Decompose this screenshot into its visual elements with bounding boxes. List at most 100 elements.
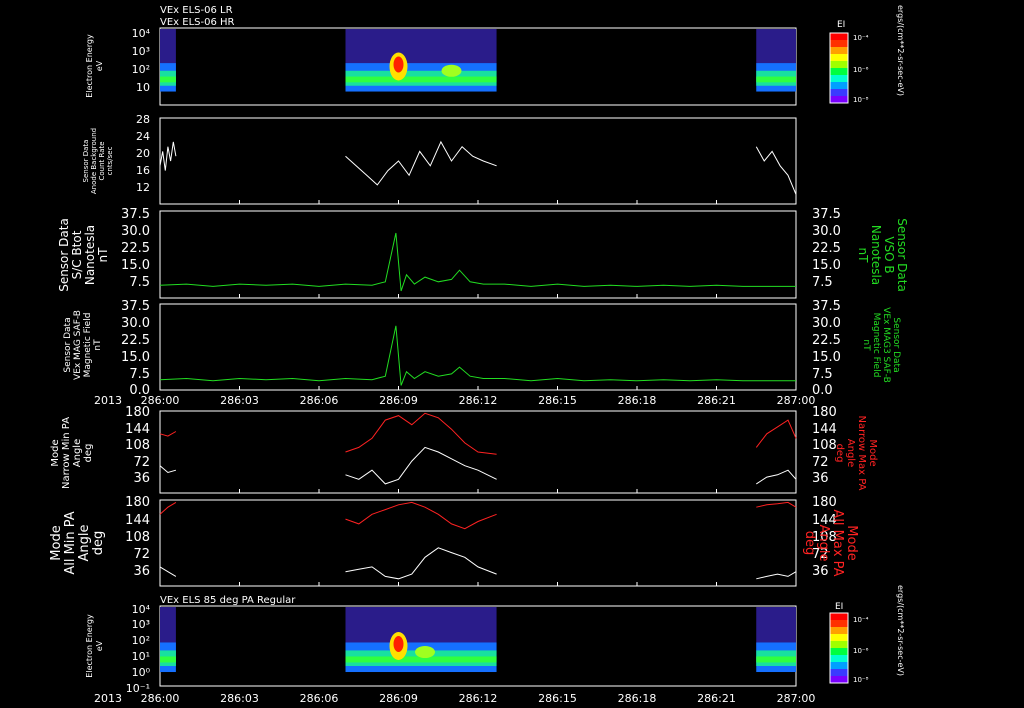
colorbar-swatch [830, 54, 848, 62]
panel3-ytick-right: 30.0 [812, 224, 841, 239]
panel3-ytick-right: 15.0 [812, 258, 841, 273]
panel7-ylabel: Electron EnergyeV [85, 614, 104, 678]
panel5-ytick: 36 [133, 471, 150, 486]
colorbar-swatch [830, 613, 848, 621]
panel3-ytick: 37.5 [121, 207, 150, 222]
year-label: 2013 [94, 394, 122, 407]
time-tick-label: 286:06 [300, 394, 339, 407]
panel3-yticks-left: 37.5 30.0 22.5 15.0 7.5 [121, 207, 150, 290]
panel1-ytick: 10² [132, 63, 150, 76]
time-tick-label: 287:00 [777, 692, 816, 705]
panel4-yticks-left: 37.5 30.0 22.5 15.0 7.5 0.0 [121, 299, 150, 398]
time-tick-label: 286:06 [300, 692, 339, 705]
panel5-yticks-left: 180 144 108 72 36 [125, 405, 150, 486]
time-tick-label: 286:12 [459, 692, 498, 705]
panel1-ytick: 10 [136, 81, 150, 94]
colorbar-swatch [830, 655, 848, 663]
time-tick-label: 286:21 [697, 692, 736, 705]
panel2-ytick: 24 [136, 130, 150, 143]
time-tick-label: 286:15 [538, 692, 577, 705]
panel4-ytick: 37.5 [121, 299, 150, 314]
p1-heat-band [160, 76, 176, 83]
panel6-ylabel: ModeAll Min PAAngledeg [49, 511, 106, 574]
p7-heat-feature [415, 646, 435, 659]
chart-canvas: VEx ELS-06 LR VEx ELS-06 HR VEx ELS 85 d… [49, 5, 909, 705]
panel3-ytick: 30.0 [121, 224, 150, 239]
panel6-right-label: ModeAll Max PAAngledeg [802, 509, 859, 576]
panel2-ytick: 28 [136, 113, 150, 126]
colorbar-top-tick: 10⁻⁶ [853, 66, 869, 74]
colorbar-swatch [830, 620, 848, 628]
panel4-ytick-right: 37.5 [812, 299, 841, 314]
panel5-ylabel: ModeNarrow Min PAAngledeg [50, 417, 94, 489]
time-tick-label: 286:03 [220, 692, 259, 705]
panel5-ytick: 180 [125, 405, 150, 420]
panel5-ytick: 72 [133, 455, 150, 470]
panel3-ytick: 15.0 [121, 258, 150, 273]
colorbar-top-gradient [829, 32, 849, 104]
panel5-ytick-right: 72 [812, 455, 829, 470]
p1-heat-band [756, 76, 796, 83]
colorbar-swatch [830, 96, 848, 104]
colorbar-bottom-tick: 10⁻⁴ [853, 616, 869, 624]
panel5-ytick-right: 180 [812, 405, 837, 420]
colorbar-swatch [830, 648, 848, 656]
panel6-yticks-left: 180 144 108 72 36 [125, 495, 150, 579]
colorbar-bottom-gradient [829, 612, 849, 684]
panel1-title-line2: VEx ELS-06 HR [160, 17, 235, 28]
panel1-yticks: 10⁴ 10³ 10² 10 [132, 27, 151, 94]
panel3-right-label: Sensor DataVSO BNanoteslanT [856, 218, 909, 292]
colorbar-swatch [830, 75, 848, 83]
panel5-yticks-right: 180 144 108 72 36 [812, 405, 837, 486]
panel4-ytick: 22.5 [121, 333, 150, 348]
panel-mag-saf-b: 37.5 30.0 22.5 15.0 7.5 0.0 37.5 30.0 22… [63, 299, 901, 398]
panel6-ytick-right: 36 [812, 564, 829, 579]
colorbar-bottom-unit: ergs/(cm**2-sr-sec-eV) [896, 585, 905, 676]
panel4-ytick-right: 22.5 [812, 333, 841, 348]
panel6-ytick: 72 [133, 547, 150, 562]
panel-narrow-pa: 180 144 108 72 36 180 144 108 72 36 Mode… [50, 405, 878, 494]
panel7-ytick: 10² [132, 634, 150, 647]
panel3-ytick-right: 7.5 [812, 275, 833, 290]
p1-heat-band [345, 76, 497, 83]
panel4-ytick-right: 7.5 [812, 367, 833, 382]
panel5-ytick: 144 [125, 422, 150, 437]
p7-heat-band [756, 656, 796, 663]
panel3-ytick: 7.5 [129, 275, 150, 290]
panel5-ytick: 108 [125, 438, 150, 453]
panel3-ytick: 22.5 [121, 241, 150, 256]
time-tick-label: 286:12 [459, 394, 498, 407]
time-tick-label: 286:15 [538, 394, 577, 407]
colorbar-swatch [830, 676, 848, 684]
colorbar-swatch [830, 627, 848, 635]
panel3-ytick-right: 22.5 [812, 241, 841, 256]
colorbar-swatch [830, 33, 848, 41]
panel7-ytick: 10⁴ [132, 603, 151, 616]
panel4-ytick: 30.0 [121, 316, 150, 331]
time-axis-middle: 2013 286:00 286:03 286:06 286:09 286:12 286:1… [94, 394, 815, 407]
panel4-ylabel: Sensor DataVEx MAG SAF-BMagnetic FieldnT [63, 310, 103, 380]
colorbar-swatch [830, 40, 848, 48]
time-tick-label: 286:09 [379, 692, 418, 705]
panel1-ylabel: Electron EnergyeV [85, 34, 104, 98]
p7-heat-feature [393, 636, 404, 652]
panel4-yticks-right: 37.5 30.0 22.5 15.0 7.5 0.0 [812, 299, 841, 398]
colorbar-swatch [830, 634, 848, 642]
colorbar-swatch [830, 47, 848, 55]
p7-heat-band [160, 656, 176, 663]
colorbar-bottom-label: EI [835, 602, 843, 612]
colorbar-bottom: EI 10⁻⁴ 10⁻⁶ 10⁻⁸ ergs/(cm**2-sr-sec-eV) [829, 585, 905, 684]
panel-all-pa: 180 144 108 72 36 180 144 108 72 36 Mode… [49, 495, 859, 587]
panel4-ytick-right: 30.0 [812, 316, 841, 331]
colorbar-swatch [830, 641, 848, 649]
panel7-ytick: 10¹ [132, 650, 150, 663]
panel-anode-count-rate: 28 24 20 16 12 Sensor DataAnode Backgrou… [82, 113, 797, 205]
panel1-ytick: 10⁴ [132, 27, 151, 40]
panel-sc-btot: 37.5 30.0 22.5 15.0 7.5 37.5 30.0 22.5 1… [57, 207, 909, 299]
time-axis-bottom: 2013 286:00 286:03 286:06 286:09 286:12 286:1… [94, 692, 815, 705]
colorbar-top-label: EI [837, 20, 845, 30]
panel7-title: VEx ELS 85 deg PA Regular [160, 595, 296, 606]
panel6-ytick: 180 [125, 495, 150, 510]
p1-heat-feature [441, 64, 462, 77]
time-tick-label: 286:21 [697, 394, 736, 407]
